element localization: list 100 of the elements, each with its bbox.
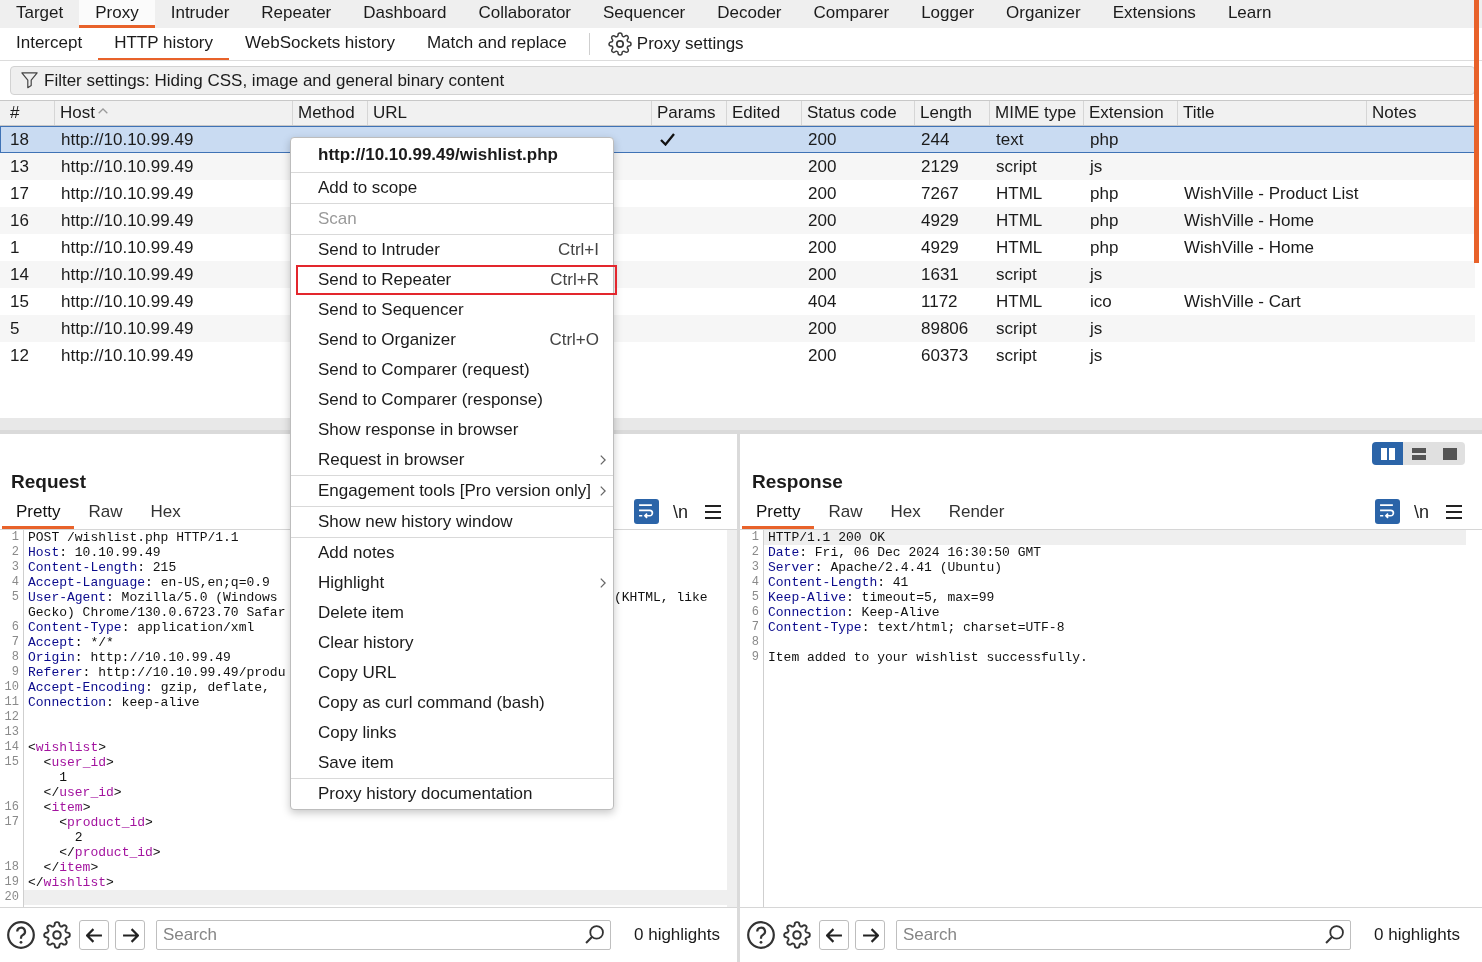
table-cell-text: 17	[9, 183, 30, 204]
tab[interactable]: Decoder	[701, 0, 798, 28]
tab[interactable]: Logger	[905, 0, 991, 28]
back-button[interactable]	[79, 920, 109, 950]
newline-toggle[interactable]: \n	[673, 501, 688, 522]
menu-item[interactable]: Copy links	[291, 718, 613, 748]
tab[interactable]: Hex	[136, 498, 195, 529]
code-line: 1	[59, 770, 68, 785]
tab[interactable]: Dashboard	[347, 0, 463, 28]
tab[interactable]: Target	[0, 0, 80, 28]
forward-button[interactable]	[115, 920, 145, 950]
menu-item[interactable]: Show response in browser	[291, 415, 613, 445]
menu-item[interactable]: Copy as curl command (bash)	[291, 688, 613, 718]
menu-item[interactable]: Proxy history documentation	[291, 779, 613, 809]
tab[interactable]: Repeater	[245, 0, 348, 28]
tab[interactable]: Proxy	[79, 0, 155, 28]
gear-icon[interactable]	[43, 921, 71, 949]
menu-item[interactable]: Show new history window	[291, 507, 613, 537]
menu-item[interactable]: Clear history	[291, 628, 613, 658]
wrap-button[interactable]	[1375, 499, 1400, 524]
table-cell-text: http://10.10.99.49	[60, 291, 195, 312]
column-header[interactable]: #	[0, 101, 55, 125]
column-header[interactable]: URL	[368, 101, 652, 125]
table-cell-text: 1172	[920, 291, 959, 312]
column-header[interactable]: Length	[915, 101, 990, 125]
table-cell-text: 2129	[920, 156, 960, 177]
table-cell-text: php	[1089, 129, 1120, 150]
line-number: 9	[11, 665, 19, 680]
table-cell-text: ico	[1089, 291, 1113, 312]
left-arrow-icon	[825, 927, 843, 943]
menu-item[interactable]: Request in browser	[291, 445, 613, 475]
column-header[interactable]: Host	[55, 101, 293, 125]
menu-icon[interactable]	[1446, 504, 1462, 519]
wrap-button[interactable]	[634, 499, 659, 524]
highlights-count: 0 highlights	[1374, 925, 1460, 945]
menu-icon[interactable]	[705, 504, 721, 519]
table-cell-text: js	[1088, 345, 1104, 366]
table-cell-text: php	[1089, 183, 1120, 204]
tab[interactable]: Intercept	[0, 28, 99, 60]
tab[interactable]: Hex	[876, 498, 935, 529]
tab[interactable]: Raw	[74, 498, 137, 529]
menu-item[interactable]: Highlight	[291, 568, 613, 598]
left-arrow-icon	[85, 927, 103, 943]
menu-item[interactable]: Engagement tools [Pro version only]	[291, 476, 613, 506]
gear-icon	[607, 32, 632, 56]
vertical-scrollbar[interactable]	[727, 530, 737, 907]
search-icon	[1325, 925, 1344, 944]
tab[interactable]: Pretty	[2, 498, 75, 529]
tab[interactable]: Extensions	[1096, 0, 1212, 28]
column-header[interactable]: Method	[293, 101, 368, 125]
proxy-settings-button[interactable]: Proxy settings	[603, 28, 748, 60]
column-header[interactable]: Status code	[802, 101, 915, 125]
code-line: <item>	[43, 800, 91, 815]
tab[interactable]: Organizer	[990, 0, 1097, 28]
menu-item[interactable]: Send to Comparer (request)	[291, 355, 613, 385]
tab[interactable]: Learn	[1211, 0, 1288, 28]
keyboard-shortcut: Ctrl+I	[557, 240, 599, 260]
tab[interactable]: Collaborator	[462, 0, 588, 28]
view-toggle-button[interactable]	[1434, 442, 1465, 465]
filter-bar[interactable]: Filter settings: Hiding CSS, image and general binary content	[10, 66, 1475, 95]
search-icon	[585, 925, 604, 944]
code-line: Host: 10.10.99.49	[28, 545, 161, 560]
code-line: Item added to your wishlist successfully.	[768, 650, 1088, 665]
column-header[interactable]: Params	[652, 101, 727, 125]
column-header[interactable]: Extension	[1084, 101, 1178, 125]
menu-item[interactable]: Delete item	[291, 598, 613, 628]
column-header[interactable]: Edited	[727, 101, 802, 125]
code-line: Content-Length: 215	[28, 560, 177, 575]
back-button[interactable]	[819, 920, 849, 950]
table-cell-text: HTML	[995, 291, 1044, 312]
tab[interactable]: Intruder	[154, 0, 246, 28]
search-field[interactable]: Search	[156, 920, 611, 950]
search-field[interactable]: Search	[896, 920, 1351, 950]
column-header[interactable]: Title	[1178, 101, 1367, 125]
code-line: Accept-Encoding: gzip, deflate,	[28, 680, 270, 695]
tab[interactable]: Comparer	[797, 0, 906, 28]
table-cell-text: HTML	[995, 210, 1044, 231]
code-line: Keep-Alive: timeout=5, max=99	[768, 590, 995, 605]
menu-item[interactable]: Copy URL	[291, 658, 613, 688]
menu-item[interactable]: Save item	[291, 748, 613, 778]
column-header[interactable]: MIME type	[990, 101, 1084, 125]
table-cell-text: php	[1089, 210, 1120, 231]
view-toggle-button[interactable]	[1403, 442, 1434, 465]
tab[interactable]: Sequencer	[587, 0, 702, 28]
right-arrow-icon	[861, 927, 879, 943]
tab[interactable]: Raw	[814, 498, 877, 529]
forward-button[interactable]	[855, 920, 885, 950]
tab[interactable]: Match and replace	[410, 28, 583, 60]
line-number: 7	[11, 635, 19, 650]
menu-item[interactable]: Send to Comparer (response)	[291, 385, 613, 415]
tab[interactable]: Render	[934, 498, 1019, 529]
newline-toggle[interactable]: \n	[1414, 501, 1429, 522]
gear-icon[interactable]	[783, 921, 811, 949]
menu-item[interactable]: Add notes	[291, 538, 613, 568]
tab[interactable]: WebSockets history	[229, 28, 411, 60]
help-icon[interactable]	[747, 921, 775, 949]
tab[interactable]: HTTP history	[98, 28, 230, 60]
view-toggle-button[interactable]	[1372, 442, 1403, 465]
table-cell-text: 60373	[920, 345, 970, 366]
help-icon[interactable]	[7, 921, 35, 949]
